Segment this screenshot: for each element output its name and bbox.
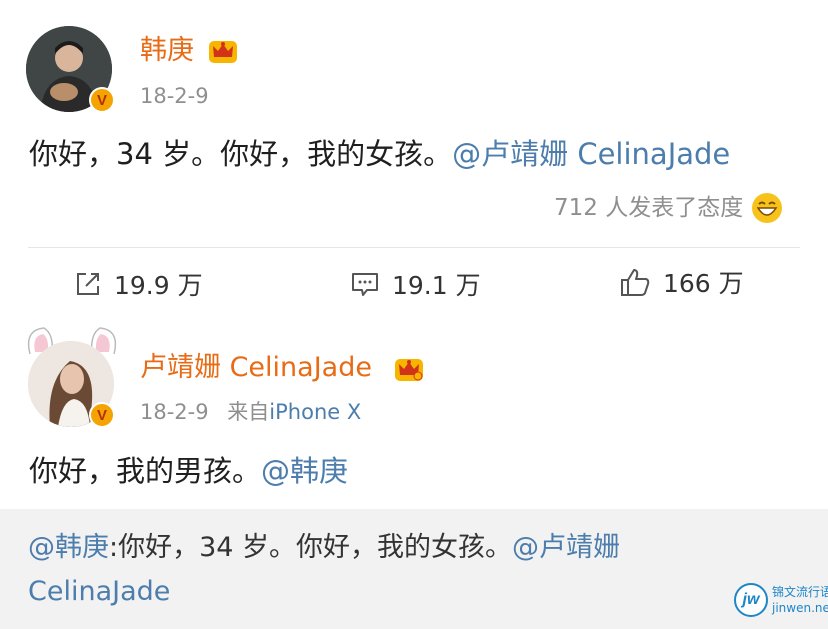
watermark-line1: 锦文流行语 [772, 585, 828, 599]
quoted-mention-link-2[interactable]: @卢靖姗 [512, 532, 620, 563]
crown-icon [394, 356, 424, 386]
quoted-post-text: @韩庚:你好，34 岁。你好，我的女孩。@卢靖姗 CelinaJade [28, 527, 728, 613]
laughing-emoji-icon [752, 193, 783, 223]
quoted-mention-link[interactable]: @韩庚 [28, 532, 109, 563]
comment-icon [352, 273, 378, 296]
comment-count: 19.1 万 [392, 271, 481, 300]
comment-button[interactable]: 19.1 万 [350, 266, 481, 302]
repost-button[interactable]: 19.9 万 [74, 266, 203, 302]
watermark: jw 锦文流行语 jinwen.net [734, 583, 828, 617]
like-button[interactable]: 166 万 [619, 264, 744, 300]
watermark-line2: jinwen.net [772, 601, 828, 615]
reactions-summary[interactable]: 712 人发表了态度 [554, 192, 783, 224]
username[interactable]: 卢靖姗 CelinaJade [140, 351, 372, 385]
post-meta: 18-2-9 来自iPhone X [140, 399, 361, 425]
like-count: 166 万 [663, 269, 744, 298]
divider [28, 247, 800, 248]
post-text-content: 你好，34 岁。你好，我的女孩。 [29, 137, 453, 171]
mention-link[interactable]: @韩庚 [261, 454, 348, 488]
post-date: 18-2-9 [140, 84, 209, 108]
username[interactable]: 韩庚 [140, 34, 194, 68]
crown-icon [208, 38, 238, 68]
source-link[interactable]: iPhone X [269, 400, 361, 424]
verified-badge-icon: V [89, 87, 115, 113]
quoted-text-content: :你好，34 岁。你好，我的女孩。 [109, 532, 513, 563]
post-text: 你好，34 岁。你好，我的女孩。@卢靖姗 CelinaJade [29, 135, 730, 173]
mention-link[interactable]: @卢靖姗 CelinaJade [452, 137, 730, 171]
post-text: 你好，我的男孩。@韩庚 [29, 452, 348, 490]
reactions-count: 712 人发表了态度 [554, 195, 744, 221]
repost-icon [77, 273, 99, 295]
post-date: 18-2-9 [140, 400, 209, 424]
verified-badge-icon: V [89, 402, 115, 428]
quoted-mention-link-2-cont[interactable]: CelinaJade [28, 576, 170, 607]
thumbs-up-icon [621, 269, 650, 296]
watermark-logo: jw [734, 583, 768, 617]
source-prefix: 来自 [227, 400, 270, 424]
post-text-content: 你好，我的男孩。 [29, 454, 262, 488]
repost-count: 19.9 万 [114, 271, 203, 300]
